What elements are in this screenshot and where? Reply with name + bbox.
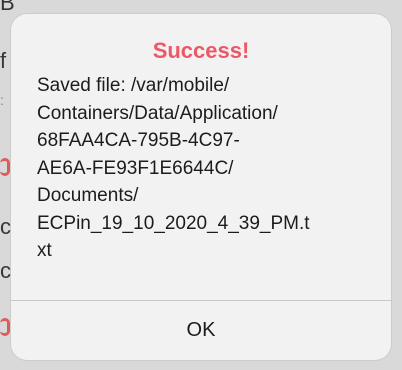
background-partial-icon bbox=[0, 158, 10, 176]
ok-button[interactable]: OK bbox=[11, 301, 391, 360]
alert-title: Success! bbox=[152, 38, 250, 63]
alert-message: Saved file: /var/mobile/ Containers/Data… bbox=[37, 75, 310, 261]
background-partial-text: f bbox=[0, 48, 7, 73]
background-partial-icon bbox=[0, 318, 10, 336]
background-partial-text: B bbox=[0, 0, 15, 15]
background-partial-text: c bbox=[0, 258, 11, 283]
background-partial-text: c bbox=[0, 214, 11, 239]
success-alert-dialog: Success! Saved file: /var/mobile/ Contai… bbox=[11, 14, 391, 360]
background-partial-text: : bbox=[0, 92, 4, 108]
